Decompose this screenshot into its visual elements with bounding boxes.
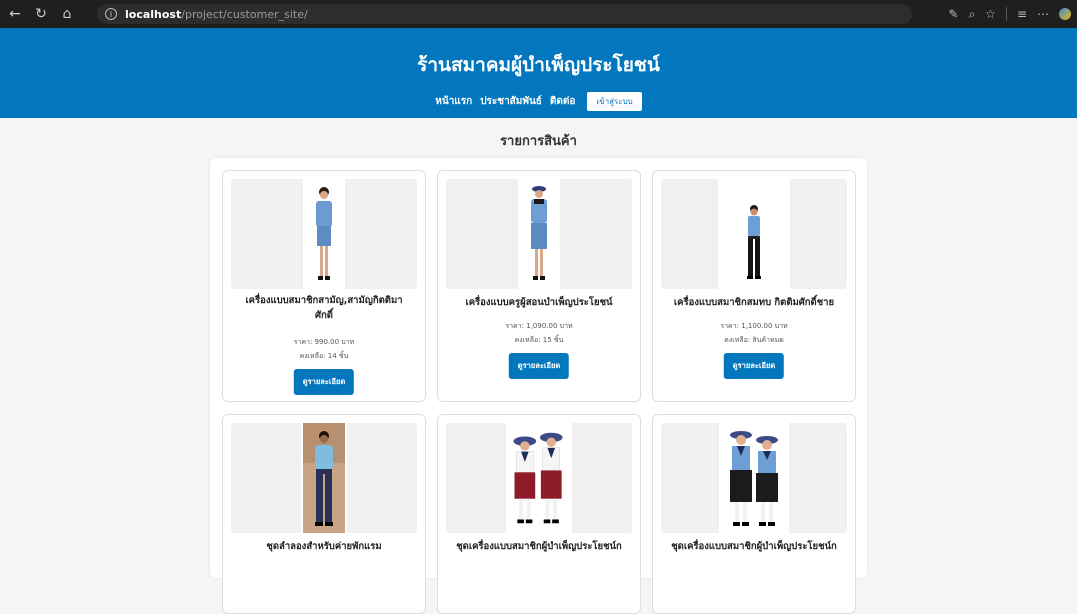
product-image-frame bbox=[446, 423, 632, 533]
product-stock: คงเหลือ: สินค้าหมด bbox=[724, 336, 784, 344]
url-host: localhost bbox=[125, 7, 182, 21]
product-price: ราคา: 1,090.00 บาท bbox=[505, 322, 573, 330]
product-photo[interactable] bbox=[301, 423, 347, 533]
product-image-frame bbox=[661, 423, 847, 533]
address-bar[interactable]: i localhost /project/customer_site/ bbox=[97, 4, 912, 24]
reload-icon[interactable]: ↻ bbox=[30, 3, 52, 25]
favorites-list-icon[interactable]: ≡ bbox=[1017, 7, 1027, 21]
product-stock: คงเหลือ: 15 ชิ้น bbox=[514, 336, 564, 344]
toolbar-divider bbox=[1005, 7, 1007, 21]
nav-news-link[interactable]: ประชาสัมพันธ์ bbox=[480, 94, 542, 109]
product-panel: เครื่องแบบสมาชิกสามัญ,สามัญกิตติมา ศักดิ… bbox=[210, 158, 867, 614]
product-image-frame bbox=[446, 179, 632, 289]
site-title: ร้านสมาคมผู้บำเพ็ญประโยชน์ bbox=[417, 54, 660, 76]
product-title: ชุดลำลองสำหรับค่ายพักแรม bbox=[266, 541, 382, 552]
product-card: เครื่องแบบสมาชิกสมทบ กิตติมศักดิ์ชาย ราค… bbox=[652, 170, 856, 402]
site-header: ร้านสมาคมผู้บำเพ็ญประโยชน์ หน้าแรก ประชา… bbox=[0, 28, 1077, 118]
site-info-icon[interactable]: i bbox=[105, 8, 117, 20]
product-card: เครื่องแบบครูผู้สอนบำเพ็ญประโยชน์ ราคา: … bbox=[437, 170, 641, 402]
product-card: ชุดเครื่องแบบสมาชิกผู้บำเพ็ญประโยชน์ก bbox=[652, 414, 856, 614]
back-arrow-icon[interactable]: ← bbox=[4, 3, 26, 25]
browser-toolbar: ← ↻ ⌂ i localhost /project/customer_site… bbox=[0, 0, 1077, 28]
product-card: ชุดเครื่องแบบสมาชิกผู้บำเพ็ญประโยชน์ก bbox=[437, 414, 641, 614]
view-details-button[interactable]: ดูรายละเอียด bbox=[293, 369, 355, 395]
view-details-button[interactable]: ดูรายละเอียด bbox=[723, 353, 785, 379]
product-image-frame bbox=[661, 179, 847, 289]
favorite-star-icon[interactable]: ☆ bbox=[985, 7, 996, 21]
product-photo[interactable] bbox=[303, 179, 345, 289]
product-title: เครื่องแบบสมาชิกสมทบ กิตติมศักดิ์ชาย bbox=[673, 297, 835, 308]
read-aloud-icon[interactable]: ✎ bbox=[948, 7, 958, 21]
zoom-icon[interactable]: ⌕ bbox=[968, 7, 975, 22]
product-title: ชุดเครื่องแบบสมาชิกผู้บำเพ็ญประโยชน์ก bbox=[671, 541, 837, 552]
product-title: เครื่องแบบครูผู้สอนบำเพ็ญประโยชน์ bbox=[465, 297, 613, 308]
product-photo[interactable] bbox=[719, 423, 789, 533]
product-card: เครื่องแบบสมาชิกสามัญ,สามัญกิตติมา ศักดิ… bbox=[222, 170, 426, 402]
site-nav: หน้าแรก ประชาสัมพันธ์ ติดต่อ เข้าสู่ระบบ bbox=[0, 92, 1077, 111]
copilot-icon[interactable] bbox=[1059, 8, 1071, 20]
nav-home-link[interactable]: หน้าแรก bbox=[435, 94, 472, 109]
product-photo[interactable] bbox=[506, 423, 572, 533]
product-title: ชุดเครื่องแบบสมาชิกผู้บำเพ็ญประโยชน์ก bbox=[456, 541, 622, 552]
product-image-frame bbox=[231, 179, 417, 289]
home-icon[interactable]: ⌂ bbox=[56, 3, 78, 25]
product-title: เครื่องแบบสมาชิกสามัญ,สามัญกิตติมา ศักดิ… bbox=[245, 295, 403, 321]
product-stock: คงเหลือ: 14 ชิ้น bbox=[299, 352, 349, 360]
url-path: /project/customer_site/ bbox=[181, 7, 308, 21]
login-button[interactable]: เข้าสู่ระบบ bbox=[587, 92, 642, 111]
nav-contact-link[interactable]: ติดต่อ bbox=[550, 94, 576, 109]
product-price: ราคา: 990.00 บาท bbox=[293, 338, 355, 346]
view-details-button[interactable]: ดูรายละเอียด bbox=[508, 353, 570, 379]
product-photo[interactable] bbox=[518, 179, 560, 289]
product-card: ชุดลำลองสำหรับค่ายพักแรม bbox=[222, 414, 426, 614]
more-menu-icon[interactable]: ⋯ bbox=[1037, 7, 1049, 21]
page-title: รายการสินค้า bbox=[500, 134, 577, 149]
product-image-frame bbox=[231, 423, 417, 533]
product-price: ราคา: 1,100.00 บาท bbox=[720, 322, 788, 330]
product-photo[interactable] bbox=[718, 179, 790, 289]
